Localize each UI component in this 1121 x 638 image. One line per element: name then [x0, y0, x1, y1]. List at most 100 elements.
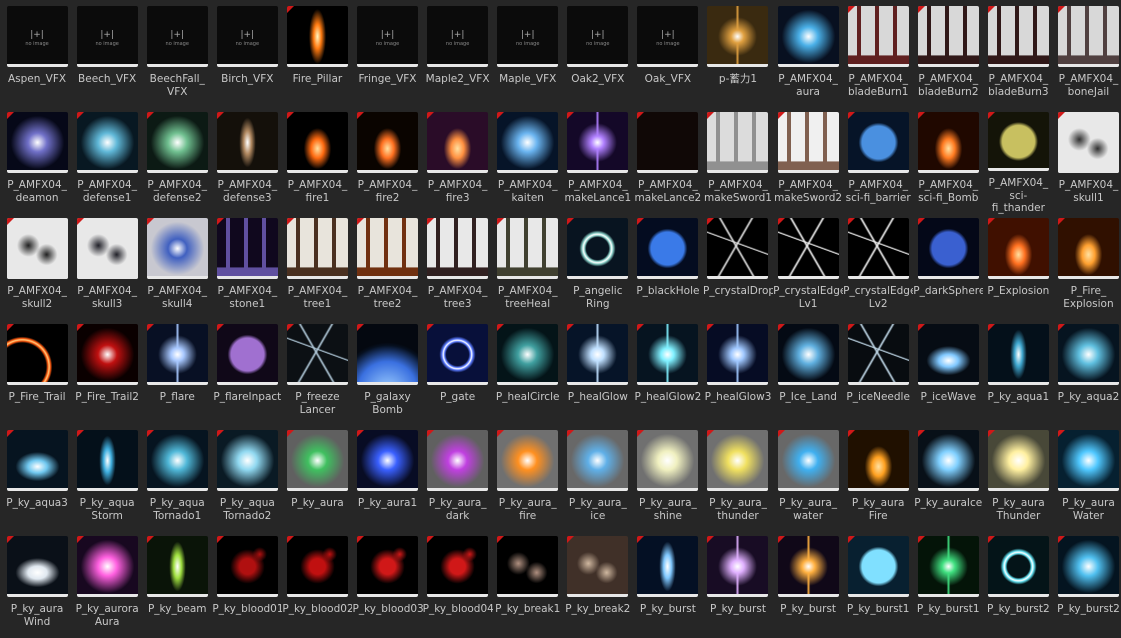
asset-thumbnail[interactable]: [847, 112, 909, 173]
asset-tile-beechfall-vfx[interactable]: |+| no image BeechFall_ VFX: [142, 2, 212, 108]
asset-tile-p-healcircle[interactable]: P_healCircle: [493, 320, 563, 426]
asset-tile-p-ky-burst[interactable]: P_ky_burst: [633, 532, 703, 638]
asset-thumbnail[interactable]: [707, 112, 769, 173]
asset-thumbnail[interactable]: [987, 536, 1049, 597]
asset-thumbnail[interactable]: [1057, 218, 1119, 279]
asset-thumbnail[interactable]: [987, 6, 1049, 67]
asset-tile-fire-pillar[interactable]: Fire_Pillar: [282, 2, 352, 108]
asset-thumbnail[interactable]: [847, 430, 909, 491]
asset-tile-p-ky-burst1[interactable]: P_ky_burst1: [913, 532, 983, 638]
asset-thumbnail[interactable]: [216, 536, 278, 597]
asset-thumbnail[interactable]: [987, 430, 1049, 491]
asset-tile-p-amfx04-sci-fi-bomb[interactable]: P_AMFX04_ sci-fi_Bomb: [913, 108, 983, 214]
asset-tile-p-amfx04-defense2[interactable]: P_AMFX04_ defense2: [142, 108, 212, 214]
asset-tile-p-ky-burst[interactable]: P_ky_burst: [703, 532, 773, 638]
asset-thumbnail[interactable]: |+| no image: [76, 6, 138, 67]
asset-thumbnail[interactable]: [76, 112, 138, 173]
asset-tile-fringe-vfx[interactable]: |+| no image Fringe_VFX: [352, 2, 422, 108]
asset-tile-p-amfx04-makelance2[interactable]: P_AMFX04_ makeLance2: [633, 108, 703, 214]
asset-thumbnail[interactable]: [777, 218, 839, 279]
asset-tile-p-蓄力1[interactable]: p-蓄力1: [703, 2, 773, 108]
asset-thumbnail[interactable]: [286, 112, 348, 173]
asset-thumbnail[interactable]: [76, 430, 138, 491]
asset-tile-p-healglow2[interactable]: P_healGlow2: [633, 320, 703, 426]
asset-thumbnail[interactable]: [1057, 6, 1119, 67]
asset-tile-p-ky-break1[interactable]: P_ky_break1: [493, 532, 563, 638]
asset-thumbnail[interactable]: [286, 430, 348, 491]
asset-thumbnail[interactable]: [357, 324, 419, 385]
asset-tile-p-ky-burst2[interactable]: P_ky_burst2: [1053, 532, 1121, 638]
asset-thumbnail[interactable]: [6, 536, 68, 597]
asset-tile-p-ky-aqua3[interactable]: P_ky_aqua3: [2, 426, 72, 532]
asset-thumbnail[interactable]: [146, 112, 208, 173]
asset-tile-p-ky-burst2[interactable]: P_ky_burst2: [983, 532, 1053, 638]
asset-thumbnail[interactable]: [637, 218, 699, 279]
asset-tile-p-amfx04-skull2[interactable]: P_AMFX04_ skull2: [2, 214, 72, 320]
asset-thumbnail[interactable]: [987, 218, 1049, 279]
asset-thumbnail[interactable]: [76, 536, 138, 597]
asset-tile-p-amfx04-tree3[interactable]: P_AMFX04_ tree3: [423, 214, 493, 320]
asset-thumbnail[interactable]: [707, 324, 769, 385]
asset-tile-p-fire-trail2[interactable]: P_Fire_Trail2: [72, 320, 142, 426]
asset-thumbnail[interactable]: [707, 536, 769, 597]
asset-thumbnail[interactable]: |+| no image: [6, 6, 68, 67]
asset-tile-p-amfx04-skull3[interactable]: P_AMFX04_ skull3: [72, 214, 142, 320]
asset-thumbnail[interactable]: [216, 218, 278, 279]
asset-thumbnail[interactable]: [497, 324, 559, 385]
asset-tile-p-amfx04-makelance1[interactable]: P_AMFX04_ makeLance1: [563, 108, 633, 214]
asset-tile-p-amfx04-fire2[interactable]: P_AMFX04_ fire2: [352, 108, 422, 214]
asset-tile-p-darksphere[interactable]: P_darkSphere: [913, 214, 983, 320]
asset-thumbnail[interactable]: |+| no image: [567, 6, 629, 67]
asset-thumbnail[interactable]: [847, 324, 909, 385]
asset-tile-p-ky-aqua1[interactable]: P_ky_aqua1: [983, 320, 1053, 426]
asset-tile-p-ky-auraice[interactable]: P_ky_auraIce: [913, 426, 983, 532]
asset-thumbnail[interactable]: [707, 430, 769, 491]
asset-thumbnail[interactable]: [357, 112, 419, 173]
asset-thumbnail[interactable]: [917, 430, 979, 491]
asset-thumbnail[interactable]: [427, 112, 489, 173]
asset-tile-p-amfx04-fire1[interactable]: P_AMFX04_ fire1: [282, 108, 352, 214]
asset-thumbnail[interactable]: [1057, 430, 1119, 491]
asset-thumbnail[interactable]: [777, 6, 839, 67]
asset-tile-p-gate[interactable]: P_gate: [423, 320, 493, 426]
asset-tile-p-amfx04-bonejail[interactable]: P_AMFX04_ boneJail: [1053, 2, 1121, 108]
asset-thumbnail[interactable]: [987, 112, 1049, 172]
asset-tile-p-ky-aura-dark[interactable]: P_ky_aura_ dark: [423, 426, 493, 532]
asset-tile-p-amfx04-bladeburn1[interactable]: P_AMFX04_ bladeBurn1: [843, 2, 913, 108]
asset-tile-birch-vfx[interactable]: |+| no image Birch_VFX: [212, 2, 282, 108]
asset-tile-p-ky-aura1[interactable]: P_ky_aura1: [352, 426, 422, 532]
asset-tile-beech-vfx[interactable]: |+| no image Beech_VFX: [72, 2, 142, 108]
asset-thumbnail[interactable]: [286, 536, 348, 597]
asset-thumbnail[interactable]: [357, 218, 419, 279]
asset-thumbnail[interactable]: [6, 430, 68, 491]
asset-tile-p-ky-aura-fire[interactable]: P_ky_aura_ fire: [493, 426, 563, 532]
asset-tile-p-ky-aquastorm[interactable]: P_ky_aqua Storm: [72, 426, 142, 532]
asset-tile-p-ky-aura-water[interactable]: P_ky_aura_ water: [773, 426, 843, 532]
asset-thumbnail[interactable]: [917, 112, 979, 173]
asset-thumbnail[interactable]: [637, 324, 699, 385]
asset-tile-oak-vfx[interactable]: |+| no image Oak_VFX: [633, 2, 703, 108]
asset-thumbnail[interactable]: [707, 6, 769, 67]
asset-thumbnail[interactable]: [567, 218, 629, 279]
asset-thumbnail[interactable]: [427, 536, 489, 597]
asset-thumbnail[interactable]: [216, 324, 278, 385]
asset-tile-oak2-vfx[interactable]: |+| no image Oak2_VFX: [563, 2, 633, 108]
asset-tile-p-crystaldrop[interactable]: P_crystalDrop: [703, 214, 773, 320]
asset-thumbnail[interactable]: [567, 324, 629, 385]
asset-thumbnail[interactable]: [286, 324, 348, 385]
asset-tile-p-amfx04-bladeburn2[interactable]: P_AMFX04_ bladeBurn2: [913, 2, 983, 108]
asset-thumbnail[interactable]: [357, 536, 419, 597]
asset-thumbnail[interactable]: [847, 6, 909, 67]
asset-thumbnail[interactable]: |+| no image: [216, 6, 278, 67]
asset-tile-p-amfx04-defense1[interactable]: P_AMFX04_ defense1: [72, 108, 142, 214]
asset-tile-p-galaxybomb[interactable]: P_galaxy Bomb: [352, 320, 422, 426]
asset-tile-p-amfx04-stone1[interactable]: P_AMFX04_ stone1: [212, 214, 282, 320]
asset-thumbnail[interactable]: [146, 324, 208, 385]
asset-tile-p-flare[interactable]: P_flare: [142, 320, 212, 426]
asset-thumbnail[interactable]: [1057, 324, 1119, 385]
asset-tile-p-ky-aurafire[interactable]: P_ky_aura Fire: [843, 426, 913, 532]
asset-thumbnail[interactable]: [567, 430, 629, 491]
asset-thumbnail[interactable]: [497, 430, 559, 491]
asset-thumbnail[interactable]: [76, 218, 138, 279]
asset-thumbnail[interactable]: [567, 112, 629, 173]
